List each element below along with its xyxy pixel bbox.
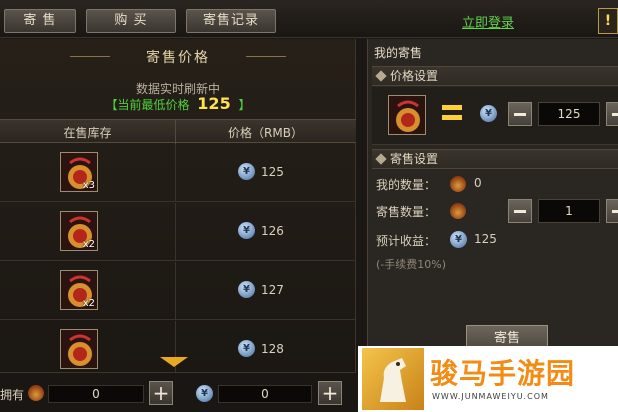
item-quantity: x2 xyxy=(82,239,95,250)
row-divider xyxy=(175,262,176,320)
equals-icon xyxy=(442,105,462,121)
item-slot: x2 xyxy=(60,211,98,251)
diamond-bullet-icon xyxy=(375,70,387,82)
my-quantity-value: 0 xyxy=(474,176,482,190)
alert-button[interactable]: ! xyxy=(598,8,618,34)
tab-consign-records[interactable]: 寄售记录 xyxy=(186,9,276,33)
watermark-text: 骏马手游园 xyxy=(430,357,576,390)
table-row[interactable]: x2 ¥127 xyxy=(0,262,356,320)
consign-price-panel: 寄售价格 数据实时刷新中 【当前最低价格 125 】 在售库存 价格（RMB） … xyxy=(0,39,356,412)
watermark-url: WWW.JUNMAWEIYU.COM xyxy=(432,392,549,401)
owned-label: 拥有 xyxy=(0,388,25,402)
item-slot: x3 xyxy=(60,152,98,192)
row-price: ¥125 xyxy=(238,163,284,180)
row-price: ¥128 xyxy=(238,340,284,357)
item-slot xyxy=(388,95,426,135)
fee-note: (-手续费10%) xyxy=(376,258,447,271)
price-settings-header: 价格设置 xyxy=(372,66,618,86)
row-price: ¥126 xyxy=(238,222,284,239)
listing-table-header: 在售库存 价格（RMB） xyxy=(0,119,356,144)
price-value: 127 xyxy=(261,282,284,297)
sell-quantity-input[interactable]: 1 xyxy=(538,199,600,223)
lowest-price-value: 125 xyxy=(197,94,231,113)
horse-logo-icon xyxy=(362,348,424,410)
yen-coin-icon: ¥ xyxy=(238,340,255,357)
title-ornament-right xyxy=(246,56,286,57)
lucky-bag-icon xyxy=(396,100,420,132)
price-value: 128 xyxy=(261,341,284,356)
lucky-bag-icon xyxy=(68,334,92,366)
item-slot: x2 xyxy=(60,270,98,310)
tab-buy[interactable]: 购 买 xyxy=(86,9,176,33)
sell-quantity-label: 寄售数量： xyxy=(376,205,437,219)
my-consign-title: 我的寄售 xyxy=(374,46,423,60)
yen-coin-icon: ¥ xyxy=(238,222,255,239)
scroll-down-arrow-icon[interactable] xyxy=(160,357,188,367)
login-link[interactable]: 立即登录 xyxy=(462,12,514,31)
quantity-minus-button[interactable] xyxy=(508,199,532,223)
income-value: 125 xyxy=(474,232,497,246)
row-divider xyxy=(175,321,176,379)
price-settings-label: 价格设置 xyxy=(390,69,439,83)
price-value: 125 xyxy=(261,164,284,179)
table-row[interactable]: ¥128 xyxy=(0,321,356,379)
column-price: 价格（RMB） xyxy=(228,126,303,140)
diamond-bullet-icon xyxy=(375,153,387,165)
lowest-price-line: 【当前最低价格 125 】 xyxy=(0,94,356,113)
price-plus-button[interactable] xyxy=(606,102,618,126)
item-slot xyxy=(60,329,98,369)
table-row[interactable]: x2 ¥126 xyxy=(0,203,356,261)
owned-bar: 拥有 0 + ¥ 0 + xyxy=(0,372,356,412)
column-stock: 在售库存 xyxy=(63,126,112,140)
yen-coin-icon: ¥ xyxy=(196,385,213,402)
tab-consign[interactable]: 寄 售 xyxy=(4,9,76,33)
my-quantity-label: 我的数量： xyxy=(376,178,437,192)
row-price: ¥127 xyxy=(238,281,284,298)
quantity-plus-button[interactable] xyxy=(606,199,618,223)
sell-settings-label: 寄售设置 xyxy=(390,152,439,166)
owned-coin-field[interactable]: 0 xyxy=(218,385,312,403)
add-coin-button[interactable]: + xyxy=(318,381,342,405)
lucky-bag-icon xyxy=(450,203,466,219)
price-settings-block: ¥ 125 xyxy=(372,87,618,145)
yen-coin-icon: ¥ xyxy=(450,231,467,248)
top-bar: 寄 售 购 买 寄售记录 立即登录 ! xyxy=(0,0,618,38)
table-row[interactable]: x3 ¥125 xyxy=(0,144,356,202)
row-divider xyxy=(175,144,176,202)
yen-coin-icon: ¥ xyxy=(238,281,255,298)
yen-coin-icon: ¥ xyxy=(480,105,497,122)
price-input[interactable]: 125 xyxy=(538,102,600,126)
lucky-bag-icon xyxy=(450,176,466,192)
price-value: 126 xyxy=(261,223,284,238)
income-label: 预计收益： xyxy=(376,234,437,248)
lowest-price-close: 】 xyxy=(238,98,251,112)
item-quantity: x3 xyxy=(82,180,95,191)
sell-settings-header: 寄售设置 xyxy=(372,149,618,169)
owned-item-field[interactable]: 0 xyxy=(48,385,144,403)
item-quantity: x2 xyxy=(82,298,95,309)
panel-title: 寄售价格 xyxy=(146,50,210,66)
watermark: 骏马手游园 WWW.JUNMAWEIYU.COM xyxy=(358,346,618,412)
row-divider xyxy=(175,203,176,261)
add-item-button[interactable]: + xyxy=(149,381,173,405)
lucky-bag-icon xyxy=(28,385,44,401)
lowest-price-label: 【当前最低价格 xyxy=(105,98,190,112)
yen-coin-icon: ¥ xyxy=(238,163,255,180)
price-minus-button[interactable] xyxy=(508,102,532,126)
